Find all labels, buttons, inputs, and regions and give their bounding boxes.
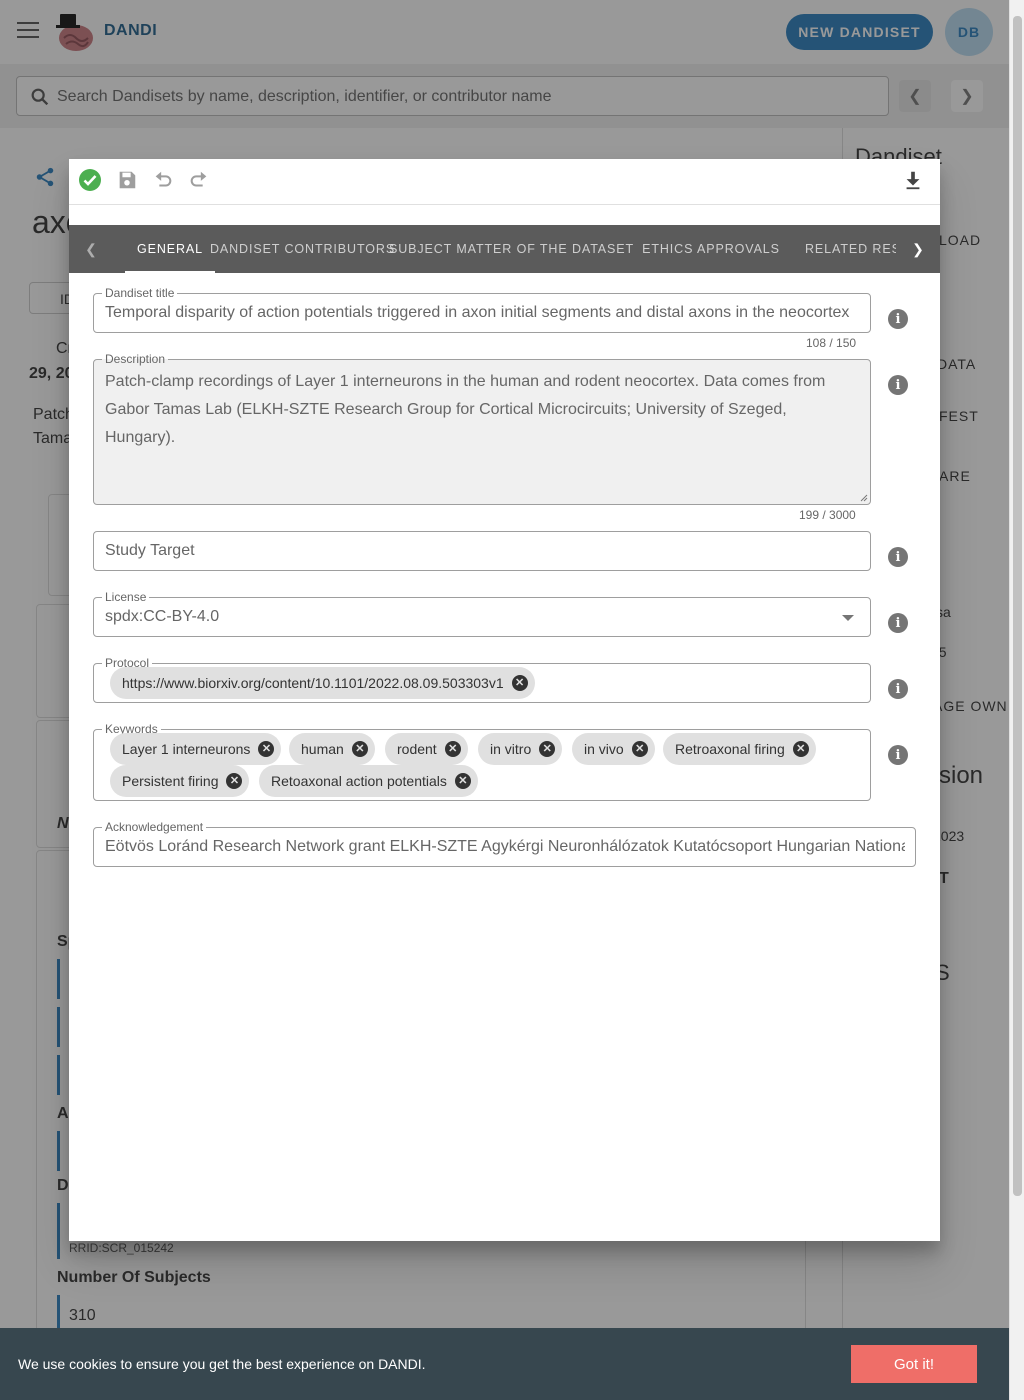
cookie-accept-button[interactable]: Got it! (851, 1345, 977, 1383)
close-icon[interactable]: ✕ (258, 741, 275, 757)
close-icon[interactable]: ✕ (792, 741, 809, 757)
license-value: spdx:CC-BY-4.0 (105, 608, 220, 625)
keyword-chip-label: Retroaxonal firing (675, 741, 785, 757)
dandiset-title-label: Dandiset title (102, 286, 178, 300)
keyword-chip-label: Retoaxonal action potentials (271, 773, 447, 789)
cookie-message: We use cookies to ensure you get the bes… (18, 1356, 426, 1372)
editor-tabs: ❮ GENERAL DANDISET CONTRIBUTORS SUBJECT … (69, 225, 940, 273)
metadata-editor-dialog: ❮ GENERAL DANDISET CONTRIBUTORS SUBJECT … (69, 159, 940, 1241)
editor-toolbar (69, 159, 940, 205)
keyword-chip-label: in vitro (490, 741, 532, 757)
license-label: License (102, 590, 150, 604)
protocol-chip[interactable]: https://www.biorxiv.org/content/10.1101/… (110, 667, 535, 699)
close-icon[interactable]: ✕ (539, 741, 556, 757)
dandiset-title-value: Temporal disparity of action potentials … (105, 304, 850, 321)
keyword-chip[interactable]: Persistent firing ✕ (110, 765, 250, 797)
keyword-chip[interactable]: Retoaxonal action potentials ✕ (259, 765, 478, 797)
tabs-strip: GENERAL DANDISET CONTRIBUTORS SUBJECT MA… (113, 225, 896, 273)
scrollbar-thumb[interactable] (1013, 16, 1022, 1196)
description-field[interactable]: Description Patch-clamp recordings of La… (93, 352, 871, 505)
study-target-placeholder: Study Target (105, 542, 195, 559)
acknowledgement-value: Eötvös Loránd Research Network grant ELK… (105, 838, 905, 855)
cookie-banner: We use cookies to ensure you get the bes… (0, 1328, 1009, 1400)
tabs-next-button[interactable]: ❯ (896, 225, 940, 273)
info-icon[interactable]: i (888, 309, 908, 329)
keyword-chip[interactable]: Retroaxonal firing ✕ (663, 733, 816, 765)
close-icon[interactable]: ✕ (444, 741, 461, 757)
license-select[interactable]: License spdx:CC-BY-4.0 (93, 590, 871, 637)
keyword-chip[interactable]: in vitro ✕ (478, 733, 563, 765)
info-icon[interactable]: i (888, 613, 908, 633)
chevron-down-icon[interactable] (842, 615, 854, 621)
study-target-field[interactable]: Study Target (93, 531, 871, 571)
undo-icon[interactable] (150, 167, 176, 193)
chevron-left-icon: ❮ (85, 240, 97, 257)
tab-related-resources[interactable]: RELATED RESOURCES (789, 225, 896, 273)
chevron-right-icon: ❯ (912, 240, 924, 257)
keyword-chip-label: rodent (397, 741, 437, 757)
title-char-counter: 108 / 150 (806, 336, 857, 350)
keyword-chip-label: in vivo (584, 741, 624, 757)
tab-ethics-approvals[interactable]: ETHICS APPROVALS (633, 225, 789, 273)
close-icon[interactable]: ✕ (454, 773, 471, 789)
protocol-chip-label: https://www.biorxiv.org/content/10.1101/… (122, 675, 504, 691)
keyword-chip[interactable]: Layer 1 interneurons ✕ (110, 733, 282, 765)
save-icon[interactable] (114, 167, 140, 193)
description-char-counter: 199 / 3000 (799, 508, 856, 522)
keyword-chip[interactable]: rodent ✕ (385, 733, 468, 765)
redo-icon[interactable] (186, 167, 212, 193)
resize-handle-icon[interactable] (860, 494, 868, 502)
acknowledgement-label: Acknowledgement (102, 820, 207, 834)
info-icon[interactable]: i (888, 679, 908, 699)
keyword-chip-label: Persistent firing (122, 773, 219, 789)
info-icon[interactable]: i (888, 745, 908, 765)
close-icon[interactable]: ✕ (226, 773, 243, 789)
dandiset-title-field[interactable]: Dandiset title Temporal disparity of act… (93, 286, 871, 333)
acknowledgement-field[interactable]: Acknowledgement Eötvös Loránd Research N… (93, 820, 916, 867)
keyword-chip[interactable]: human ✕ (289, 733, 375, 765)
keyword-chip-label: human (301, 741, 344, 757)
close-icon[interactable]: ✕ (351, 741, 368, 757)
download-icon[interactable] (900, 167, 926, 193)
description-label: Description (102, 352, 169, 366)
protocol-field[interactable]: Protocol https://www.biorxiv.org/content… (93, 656, 871, 703)
tab-general[interactable]: GENERAL (125, 225, 215, 273)
validation-ok-icon[interactable] (77, 167, 103, 193)
tabs-prev-button[interactable]: ❮ (69, 225, 113, 273)
page-scrollbar[interactable] (1009, 0, 1024, 1400)
keyword-chip[interactable]: in vivo ✕ (572, 733, 655, 765)
tab-subject-matter[interactable]: SUBJECT MATTER OF THE DATASET (389, 225, 633, 273)
close-icon[interactable]: ✕ (511, 675, 528, 691)
keywords-field[interactable]: Keywords Layer 1 interneurons ✕ human ✕ ro… (93, 722, 871, 801)
description-value: Patch-clamp recordings of Layer 1 intern… (105, 373, 826, 446)
info-icon[interactable]: i (888, 547, 908, 567)
tab-dandiset-contributors[interactable]: DANDISET CONTRIBUTORS (210, 225, 394, 273)
close-icon[interactable]: ✕ (631, 741, 648, 757)
info-icon[interactable]: i (888, 375, 908, 395)
keyword-chip-label: Layer 1 interneurons (122, 741, 251, 757)
